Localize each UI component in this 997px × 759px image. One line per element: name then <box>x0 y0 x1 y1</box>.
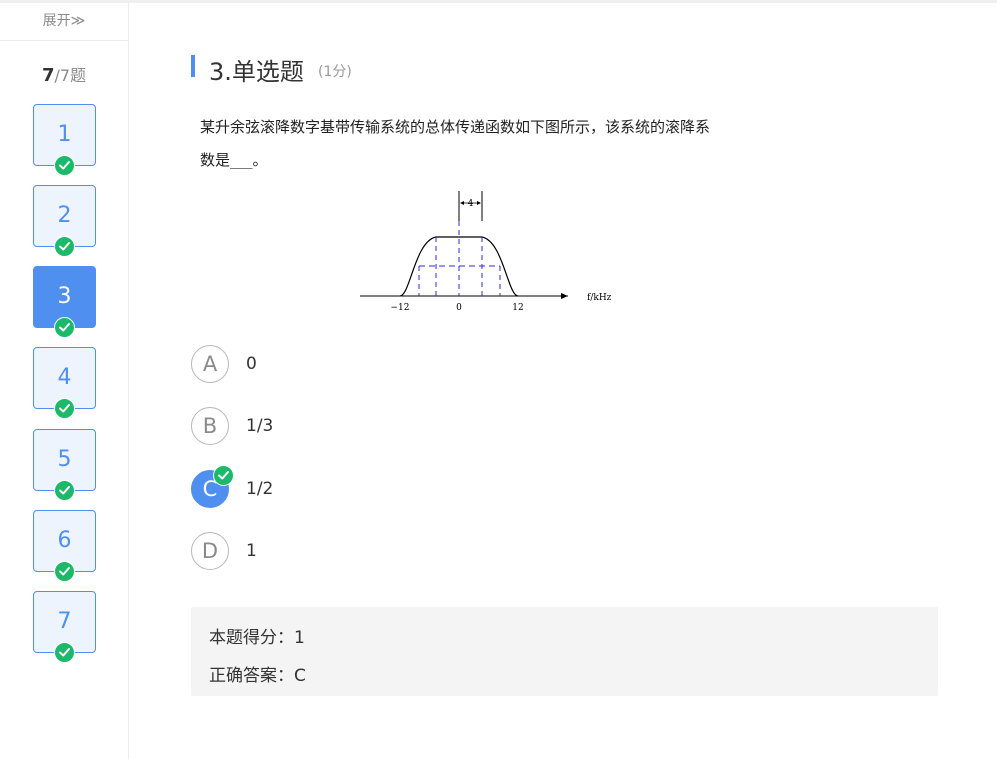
question-navigator: 展开≫ 7/7题 1 2 3 4 5 6 7 <box>0 3 129 759</box>
check-icon <box>54 561 75 582</box>
check-icon <box>213 465 234 486</box>
question-stem: 某升余弦滚降数字基带传输系统的总体传递函数如下图所示，该系统的滚降系 数是___… <box>200 111 800 177</box>
question-points: (1分) <box>318 64 352 80</box>
question-nav-2[interactable]: 2 <box>33 185 96 257</box>
question-panel: 3.单选题 (1分) 某升余弦滚降数字基带传输系统的总体传递函数如下图所示，该系… <box>130 3 997 759</box>
check-icon <box>54 642 75 663</box>
check-icon <box>54 317 75 338</box>
option-letter[interactable]: D <box>191 532 229 570</box>
expand-button[interactable]: 展开≫ <box>0 3 128 41</box>
question-nav-4[interactable]: 4 <box>33 347 96 419</box>
question-nav-label: 3 <box>57 284 72 309</box>
question-nav-3[interactable]: 3 <box>33 266 96 338</box>
question-text-line: 数是___。 <box>200 151 268 169</box>
check-icon <box>54 480 75 501</box>
question-nav-7[interactable]: 7 <box>33 591 96 663</box>
score-text: 本题得分：1 <box>209 628 305 648</box>
question-text-line: 某升余弦滚降数字基带传输系统的总体传递函数如下图所示，该系统的滚降系 <box>200 118 711 136</box>
transfer-function-figure: 4 −12 0 12 f/kHz <box>360 191 612 313</box>
question-nav-1[interactable]: 1 <box>33 104 96 176</box>
question-title: 3.单选题 <box>209 58 304 86</box>
question-nav-label: 2 <box>57 203 72 228</box>
option-text: 1 <box>246 541 257 561</box>
progress-total: /7题 <box>54 66 87 85</box>
question-nav-label: 5 <box>57 447 72 472</box>
tick-label: 12 <box>512 303 523 313</box>
question-nav-label: 4 <box>57 365 72 390</box>
option-text: 0 <box>246 354 257 374</box>
progress-current: 7 <box>41 65 55 86</box>
check-icon <box>54 398 75 419</box>
question-nav-label: 7 <box>57 609 72 634</box>
check-icon <box>54 155 75 176</box>
tick-label: −12 <box>391 303 410 313</box>
question-nav-label: 6 <box>57 528 72 553</box>
width-label: 4 <box>468 199 474 209</box>
check-icon <box>54 236 75 257</box>
question-nav-label: 1 <box>57 122 72 147</box>
result-panel: 本题得分：1 正确答案：C <box>191 607 938 696</box>
option-letter[interactable]: B <box>191 407 229 445</box>
question-nav-6[interactable]: 6 <box>33 510 96 582</box>
x-axis-arrow <box>561 293 568 299</box>
option-text: 1/3 <box>246 416 274 436</box>
option-text: 1/2 <box>246 479 274 499</box>
tick-label: 0 <box>456 303 462 313</box>
axis-label: f/kHz <box>587 293 612 303</box>
question-nav-5[interactable]: 5 <box>33 429 96 501</box>
option-letter[interactable]: A <box>191 345 229 383</box>
header-accent-bar <box>191 55 195 77</box>
correct-answer-text: 正确答案：C <box>209 666 306 686</box>
progress-indicator: 7/7题 <box>0 65 128 87</box>
